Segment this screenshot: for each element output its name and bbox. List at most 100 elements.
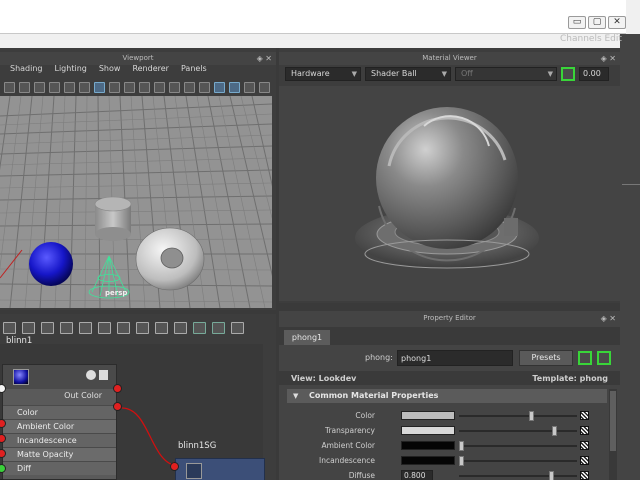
- menu-show[interactable]: Show: [99, 64, 121, 78]
- attribute-label: Transparency: [324, 426, 375, 435]
- texture-map-button[interactable]: [580, 441, 589, 450]
- resolution-gate-icon[interactable]: [79, 81, 90, 93]
- collapse-triangle-icon: ▼: [293, 392, 299, 400]
- color-swatch[interactable]: [401, 441, 455, 450]
- shape-dropdown[interactable]: Shader Ball ▼: [365, 67, 451, 81]
- node-name-input[interactable]: [397, 350, 513, 366]
- renderer-dropdown[interactable]: Hardware ▼: [285, 67, 361, 81]
- select-camera-icon[interactable]: [19, 81, 30, 93]
- view-label[interactable]: View: Lookdev: [291, 374, 356, 383]
- viewport-canvas[interactable]: persp: [0, 96, 272, 308]
- shading-group-node[interactable]: [175, 458, 265, 480]
- remove-node-icon[interactable]: [79, 322, 92, 334]
- focus-icon[interactable]: [578, 351, 592, 365]
- color-swatch[interactable]: [401, 456, 455, 465]
- node-attr-matte-opacity[interactable]: Matte Opacity: [3, 447, 116, 461]
- close-button[interactable]: ✕: [608, 16, 626, 29]
- slider-track[interactable]: [459, 475, 577, 477]
- texture-map-button[interactable]: [580, 456, 589, 465]
- graph-io-icon[interactable]: [60, 322, 73, 334]
- full-view-icon[interactable]: [155, 322, 168, 334]
- camera-label: persp: [105, 289, 128, 297]
- slider-track[interactable]: [459, 430, 577, 432]
- attribute-row-ambient-color: Ambient Color: [287, 439, 607, 453]
- node-mode-icon[interactable]: [99, 370, 108, 380]
- show-hide-icon[interactable]: [597, 351, 611, 365]
- menu-panels[interactable]: Panels: [181, 64, 207, 78]
- xray-icon[interactable]: [229, 81, 240, 93]
- bookmark-icon[interactable]: [34, 81, 45, 93]
- maximize-button[interactable]: ▢: [588, 16, 606, 29]
- slider-handle[interactable]: [459, 456, 464, 466]
- pin-close-icon[interactable]: ◈ ✕: [601, 312, 616, 325]
- property-editor-scrollbar[interactable]: [609, 389, 617, 480]
- camera-icon[interactable]: [4, 81, 15, 93]
- texture-map-button[interactable]: [580, 426, 589, 435]
- graph-output-icon[interactable]: [41, 322, 54, 334]
- ambient-occlusion-icon[interactable]: [199, 81, 210, 93]
- slider-track[interactable]: [459, 445, 577, 447]
- minimize-button[interactable]: ▭: [568, 16, 586, 29]
- search-icon[interactable]: [193, 322, 206, 334]
- shadows-icon[interactable]: [184, 81, 195, 93]
- film-gate-icon[interactable]: [64, 81, 75, 93]
- slider-handle[interactable]: [551, 426, 557, 436]
- node-settings-icon[interactable]: [86, 370, 96, 380]
- wireframe-on-shaded-icon[interactable]: [139, 81, 150, 93]
- custom-view-icon[interactable]: [174, 322, 187, 334]
- out-color-port[interactable]: Out Color: [3, 389, 116, 405]
- clear-graph-icon[interactable]: [98, 322, 111, 334]
- attribute-row-color: Color: [287, 409, 607, 423]
- color-swatch[interactable]: [401, 411, 455, 420]
- smooth-shade-icon[interactable]: [124, 81, 135, 93]
- viewport-title: Viewport: [122, 54, 154, 62]
- antialias-icon[interactable]: [259, 81, 270, 93]
- graph-layout-icon[interactable]: [3, 322, 16, 334]
- node-attr-color[interactable]: Color: [3, 405, 116, 419]
- swatch-toggle-icon[interactable]: [212, 322, 225, 334]
- menu-renderer[interactable]: Renderer: [132, 64, 169, 78]
- scrollbar-thumb[interactable]: [610, 391, 616, 451]
- exposure-toggle-icon[interactable]: [561, 67, 575, 81]
- node-editor-panel: blinn1 Out Color Color Ambient Color Incan…: [0, 314, 276, 480]
- slider-track[interactable]: [459, 460, 577, 462]
- out-color-output-port[interactable]: [113, 402, 122, 411]
- slider-track[interactable]: [459, 415, 577, 417]
- texture-map-button[interactable]: [580, 471, 589, 480]
- simple-view-icon[interactable]: [117, 322, 130, 334]
- environment-dropdown[interactable]: Off ▼: [455, 67, 557, 81]
- presets-button[interactable]: Presets: [519, 350, 573, 366]
- material-preview[interactable]: [279, 86, 620, 301]
- slider-handle[interactable]: [529, 411, 535, 421]
- node-attr-diff[interactable]: Diff: [3, 461, 116, 475]
- lights-icon[interactable]: [169, 81, 180, 93]
- common-material-section-header[interactable]: ▼ Common Material Properties: [287, 389, 607, 403]
- menu-shading[interactable]: Shading: [10, 64, 43, 78]
- menu-lighting[interactable]: Lighting: [55, 64, 87, 78]
- color-swatch[interactable]: [401, 426, 455, 435]
- texture-map-button[interactable]: [580, 411, 589, 420]
- exposure-input[interactable]: 0.00: [579, 67, 609, 81]
- template-label[interactable]: Template: phong: [532, 374, 608, 383]
- image-plane-icon[interactable]: [49, 81, 60, 93]
- graph-input-icon[interactable]: [22, 322, 35, 334]
- slider-handle[interactable]: [549, 471, 555, 480]
- tab-phong1[interactable]: phong1: [284, 330, 330, 345]
- value-field[interactable]: 0.800: [401, 470, 433, 480]
- slider-handle[interactable]: [459, 441, 464, 451]
- wireframe-icon[interactable]: [109, 81, 120, 93]
- grid-icon[interactable]: [94, 81, 105, 93]
- shading-group-input-port[interactable]: [170, 462, 179, 471]
- grid-toggle-icon[interactable]: [231, 322, 244, 334]
- output-port[interactable]: [113, 384, 122, 393]
- channels-menu-label[interactable]: Channels Edit: [560, 34, 640, 44]
- connected-view-icon[interactable]: [136, 322, 149, 334]
- node-attr-ambient-color[interactable]: Ambient Color: [3, 419, 116, 433]
- blinn-node[interactable]: Out Color Color Ambient Color Incandescenc…: [2, 364, 117, 480]
- xray-joints-icon[interactable]: [244, 81, 255, 93]
- viewport-menu-bar: Shading Lighting Show Renderer Panels: [0, 64, 276, 78]
- node-attr-incandescence[interactable]: Incandescence: [3, 433, 116, 447]
- textured-icon[interactable]: [154, 81, 165, 93]
- pin-close-icon[interactable]: ◈ ✕: [601, 52, 616, 65]
- isolate-select-icon[interactable]: [214, 81, 225, 93]
